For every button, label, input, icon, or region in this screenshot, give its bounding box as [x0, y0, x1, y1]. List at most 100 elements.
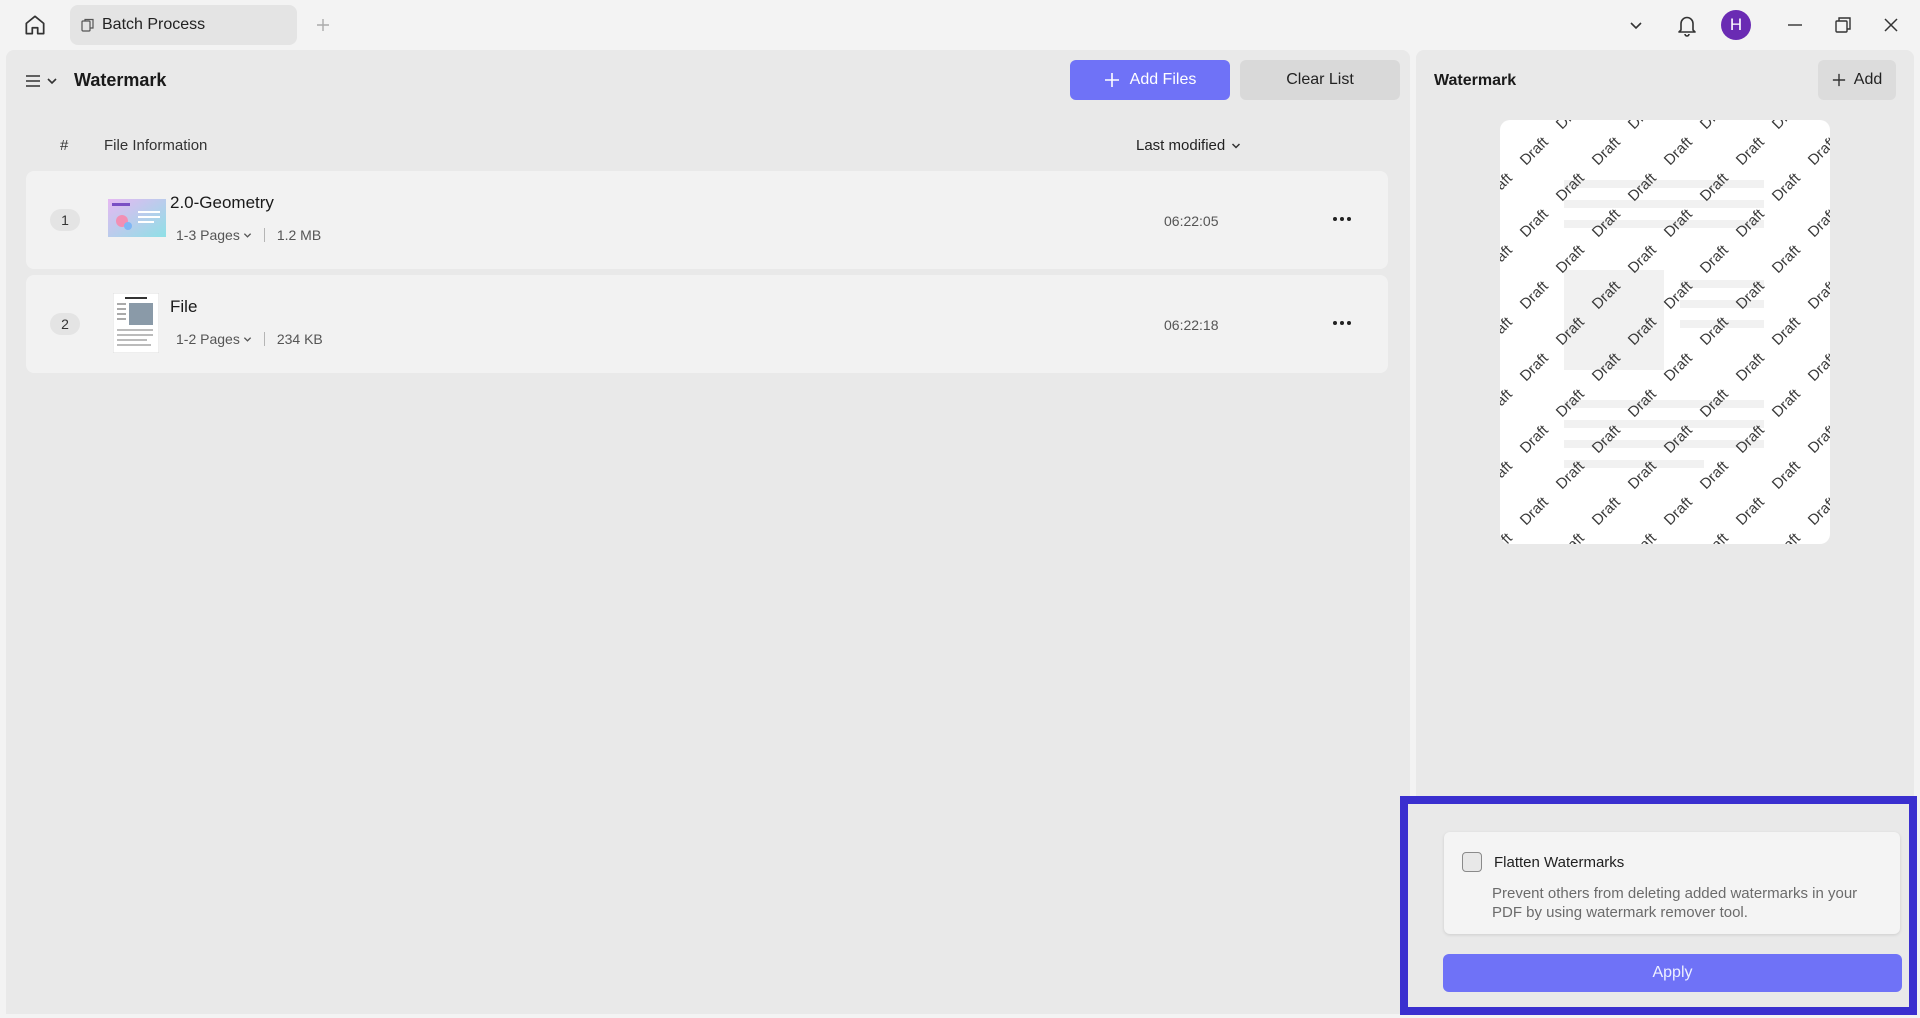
watermark-draft-text: Draft — [1589, 133, 1625, 169]
tab-label: Batch Process — [102, 16, 206, 33]
hamburger-icon — [26, 75, 40, 87]
plus-icon — [317, 19, 329, 31]
watermark-draft-text: Draft — [1769, 313, 1805, 349]
file-thumbnail — [113, 293, 159, 353]
watermark-draft-text: Draft — [1805, 205, 1830, 241]
watermark-draft-text: Draft — [1500, 385, 1516, 421]
add-watermark-button[interactable]: Add — [1818, 60, 1896, 100]
restore-button[interactable] — [1828, 0, 1858, 50]
sort-label: Last modified — [1136, 137, 1226, 154]
more-options-button[interactable] — [1326, 309, 1358, 337]
watermark-draft-text: Draft — [1769, 169, 1805, 205]
modified-time: 06:22:18 — [1164, 317, 1219, 333]
file-size: 234 KB — [276, 331, 323, 347]
notifications-button[interactable] — [1670, 0, 1704, 50]
menu-button[interactable] — [24, 68, 60, 94]
watermark-preview: Draft Draft Draft Draft Draft Draft Draft Draft… — [1500, 120, 1830, 544]
apply-button[interactable]: Apply — [1443, 954, 1902, 992]
watermark-draft-text: Draft — [1769, 457, 1805, 493]
page-title: Watermark — [74, 70, 167, 90]
watermark-draft-text: Draft — [1769, 385, 1805, 421]
ellipsis-icon — [1333, 217, 1337, 221]
watermark-draft-text: Draft — [1805, 133, 1830, 169]
dropdown-button[interactable] — [1620, 0, 1652, 50]
watermark-draft-text: Draft — [1517, 493, 1553, 529]
title-bar: Batch Process H — [0, 0, 1920, 50]
watermark-draft-text: Draft — [1661, 493, 1697, 529]
column-header-file-information: File Information — [104, 137, 208, 154]
watermark-draft-text: Draft — [1517, 133, 1553, 169]
watermark-draft-text: Draft — [1697, 529, 1733, 544]
plus-icon — [1104, 73, 1119, 87]
watermark-draft-text: Draft — [1805, 277, 1830, 313]
chevron-down-icon — [243, 232, 251, 238]
watermark-panel-title: Watermark — [1434, 72, 1517, 89]
batch-process-icon — [81, 18, 94, 32]
table-row[interactable]: 1 2.0-Geometry 1-3 Pages 1.2 MB 06:22:05 — [26, 171, 1388, 269]
chevron-down-icon — [47, 78, 57, 85]
add-files-button[interactable]: Add Files — [1070, 60, 1230, 100]
apply-label: Apply — [1652, 964, 1693, 981]
home-icon — [25, 15, 45, 35]
avatar[interactable]: H — [1721, 10, 1751, 40]
tab-batch-process[interactable]: Batch Process — [70, 5, 297, 45]
file-thumbnail — [108, 199, 166, 237]
chevron-down-icon — [1232, 142, 1241, 149]
minimize-button[interactable] — [1780, 0, 1810, 50]
watermark-draft-text: Draft — [1733, 493, 1769, 529]
watermark-draft-text: Draft — [1553, 529, 1589, 544]
watermark-draft-text: Draft — [1661, 349, 1697, 385]
file-name: File — [170, 297, 198, 316]
watermark-draft-text: Draft — [1589, 493, 1625, 529]
watermark-draft-text: Draft — [1805, 493, 1830, 529]
watermark-draft-text: Draft — [1769, 120, 1805, 133]
watermark-draft-text: Draft — [1805, 349, 1830, 385]
watermark-draft-text: Draft — [1517, 349, 1553, 385]
ellipsis-icon — [1333, 321, 1337, 325]
watermark-draft-text: Draft — [1697, 313, 1733, 349]
add-files-label: Add Files — [1129, 71, 1197, 88]
watermark-draft-text: Draft — [1500, 120, 1516, 133]
page-range-dropdown[interactable]: 1-3 Pages — [176, 227, 252, 243]
page-range: 1-3 Pages — [176, 227, 240, 243]
flatten-watermarks-checkbox[interactable] — [1462, 852, 1482, 872]
flatten-watermarks-label: Flatten Watermarks — [1494, 854, 1625, 871]
watermark-draft-text: Draft — [1625, 120, 1661, 133]
flatten-watermarks-description: Prevent others from deleting added water… — [1492, 885, 1858, 921]
minimize-icon — [1788, 24, 1802, 26]
watermark-draft-text: Draft — [1769, 241, 1805, 277]
watermark-preview-canvas: Draft Draft Draft Draft DraftDraft Draft Draft… — [1500, 120, 1830, 544]
watermark-draft-text: Draft — [1733, 349, 1769, 385]
file-size: 1.2 MB — [276, 227, 322, 243]
add-label: Add — [1853, 71, 1883, 88]
modified-time: 06:22:05 — [1164, 213, 1219, 229]
column-header-number: # — [60, 137, 69, 154]
new-tab-button[interactable] — [308, 10, 338, 40]
watermark-draft-text: Draft — [1697, 120, 1733, 133]
watermark-draft-text: Draft — [1517, 277, 1553, 313]
watermark-draft-text: Draft — [1517, 205, 1553, 241]
table-row[interactable]: 2 File 1-2 Pages 234 KB 06:22:18 — [26, 275, 1388, 373]
file-meta: 1-3 Pages 1.2 MB — [176, 227, 321, 243]
page-range-dropdown[interactable]: 1-2 Pages — [176, 331, 252, 347]
watermark-draft-text: Draft — [1805, 421, 1830, 457]
clear-list-label: Clear List — [1286, 71, 1354, 88]
close-icon — [1884, 18, 1898, 32]
home-button[interactable] — [18, 10, 52, 40]
page-range: 1-2 Pages — [176, 331, 240, 347]
chevron-down-icon — [1630, 22, 1642, 30]
clear-list-button[interactable]: Clear List — [1240, 60, 1400, 100]
restore-icon — [1835, 17, 1851, 33]
plus-icon — [1832, 73, 1845, 87]
watermark-draft-text: Draft — [1661, 133, 1697, 169]
watermark-draft-text: Draft — [1500, 529, 1516, 544]
bell-icon — [1678, 16, 1696, 37]
file-meta: 1-2 Pages 234 KB — [176, 331, 323, 347]
more-options-button[interactable] — [1326, 205, 1358, 233]
watermark-draft-text: Draft — [1517, 421, 1553, 457]
close-button[interactable] — [1876, 0, 1906, 50]
flatten-options-section: Flatten Watermarks Prevent others from d… — [1400, 796, 1917, 1015]
divider — [263, 332, 265, 346]
sort-last-modified[interactable]: Last modified — [1136, 137, 1241, 154]
watermark-draft-text: Draft — [1500, 169, 1516, 205]
